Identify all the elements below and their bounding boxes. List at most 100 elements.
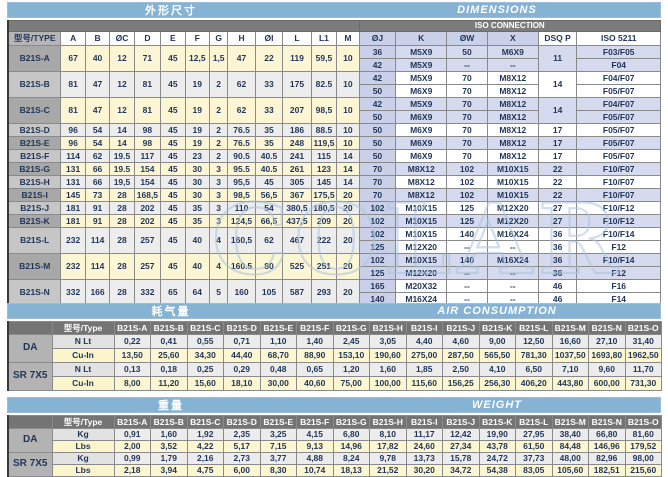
dimension-cell: 131 <box>61 163 85 176</box>
dimension-cell: 222 <box>311 228 336 254</box>
value-cell: 406,20 <box>516 377 553 391</box>
dimension-cell: 181 <box>61 202 85 215</box>
iso-connection-cell: -- <box>487 59 538 72</box>
unit-label-cell: Lbs <box>52 441 114 453</box>
iso-connection-cell: 70 <box>447 150 488 163</box>
iso-connection-cell: 140 <box>447 254 488 267</box>
iso-connection-cell: M16X24 <box>487 228 538 241</box>
value-cell: 2,35 <box>224 429 261 441</box>
dimension-cell: 114 <box>61 150 85 163</box>
value-cell: 100,00 <box>370 377 407 391</box>
dimension-cell: 119,5 <box>311 137 336 150</box>
dimension-cell: 28 <box>110 215 134 228</box>
dimension-cell: 81 <box>134 72 160 98</box>
table-row: B21S-N332166283326564516010558729320165M… <box>8 280 661 293</box>
iso-connection-cell: 125 <box>447 202 488 215</box>
iso-connection-cell: 102 <box>359 215 396 228</box>
model-column-header: B21S-B <box>151 322 188 335</box>
model-column-header: B21S-E <box>260 416 297 429</box>
value-cell: 182,51 <box>589 465 626 477</box>
dimension-cell: 20 <box>337 215 359 228</box>
dimension-cell: 10 <box>337 137 359 150</box>
value-cell: 1,40 <box>297 335 334 349</box>
value-cell: 24,60 <box>406 441 443 453</box>
iso5211-cell: F10/F12 <box>577 202 661 215</box>
model-type-cell: B21S-L <box>8 228 61 254</box>
value-cell: 11,20 <box>151 377 188 391</box>
iso-connection-band: ISO CONNECTION <box>359 21 660 32</box>
dimension-cell: 251 <box>311 254 336 280</box>
value-cell: 13,73 <box>406 453 443 465</box>
band-spacer <box>8 21 359 32</box>
iso5211-cell: F04 <box>577 59 661 72</box>
dimension-cell: 82.5 <box>311 72 336 98</box>
dimension-cell: 186 <box>283 124 311 137</box>
value-cell: 6,50 <box>516 363 553 377</box>
air-title-en: AIR CONSUMPTION <box>334 304 660 318</box>
dimension-cell: 45 <box>161 228 185 254</box>
iso-connection-cell: M6X9 <box>396 111 447 124</box>
table-row: B21S-A674012714512,51,5472211959,51036M5… <box>8 46 661 59</box>
header-spacer <box>8 416 52 429</box>
value-cell: 0,18 <box>151 363 188 377</box>
iso-connection-cell: 102 <box>447 176 488 189</box>
iso-connection-cell: -- <box>487 280 538 293</box>
dimension-cell: 115 <box>311 150 336 163</box>
dimension-cell: 12 <box>110 72 134 98</box>
model-column-header: B21S-J <box>443 416 480 429</box>
dimension-cell: 95,5 <box>228 176 255 189</box>
model-column-header: B21S-C <box>187 322 224 335</box>
iso-connection-cell: 42 <box>359 98 396 111</box>
dimension-cell: 45 <box>161 72 185 98</box>
value-cell: 153,10 <box>333 349 370 363</box>
iso-connection-cell: 70 <box>359 189 396 202</box>
iso5211-cell: F16 <box>577 280 661 293</box>
dimension-cell: 14 <box>337 150 359 163</box>
value-cell: 0,91 <box>114 429 151 441</box>
iso-connection-cell: M12X20 <box>396 241 447 254</box>
unit-label-cell: Cu-In <box>52 377 114 391</box>
iso5211-cell: F10/F12 <box>577 215 661 228</box>
air-title-bar: 耗气量 AIR CONSUMPTION <box>7 303 661 319</box>
model-column-header: B21S-F <box>297 322 334 335</box>
model-column-header: B21S-L <box>516 416 553 429</box>
iso-connection-cell: 70 <box>447 85 488 98</box>
value-cell: 18,10 <box>224 377 261 391</box>
dimension-cell: 2 <box>209 124 227 137</box>
column-header-l1: L1 <box>311 32 336 46</box>
dimension-cell: 19 <box>185 98 209 124</box>
value-cell: 7,15 <box>260 441 297 453</box>
table-row: B21S-C8147128145192623320798,51042M5X970… <box>8 98 661 111</box>
iso-connection-cell: 36 <box>538 228 577 241</box>
table-row: B21S-F1146219.51174523290.540.5241115145… <box>8 150 661 163</box>
dimension-cell: 35 <box>255 137 282 150</box>
table-row: B21S-K181912820245353124,566,5437,520920… <box>8 215 661 228</box>
dimension-cell: 160 <box>228 280 255 306</box>
iso-connection-cell: -- <box>447 241 488 254</box>
value-cell: 1,60 <box>151 429 188 441</box>
iso-connection-cell: M6X9 <box>396 85 447 98</box>
dimension-cell: 81 <box>134 98 160 124</box>
value-cell: 731,30 <box>625 377 662 391</box>
dimension-cell: 20 <box>337 202 359 215</box>
column-header-type: 型号/TYPE <box>8 32 61 46</box>
unit-label-cell: Kg <box>52 429 114 441</box>
value-cell: 98,00 <box>625 453 662 465</box>
dimension-cell: 47 <box>228 46 255 72</box>
iso-connection-cell: M8X12 <box>487 137 538 150</box>
dimension-cell: 98 <box>134 124 160 137</box>
column-header--j: ØJ <box>359 32 396 46</box>
value-cell: 4,40 <box>406 335 443 349</box>
iso-connection-cell: M10X15 <box>487 176 538 189</box>
value-cell: 6,00 <box>224 465 261 477</box>
column-header-m: M <box>337 32 359 46</box>
value-cell: 37,73 <box>516 453 553 465</box>
unit-label-cell: Kg <box>52 453 114 465</box>
value-cell: 2,16 <box>187 453 224 465</box>
dimension-cell: 2 <box>209 98 227 124</box>
dimension-cell: 175,5 <box>311 189 336 202</box>
dimension-cell: 367 <box>283 189 311 202</box>
dimension-cell: 4 <box>209 228 227 254</box>
iso-connection-cell: -- <box>487 267 538 280</box>
dimension-cell: 30 <box>185 189 209 202</box>
